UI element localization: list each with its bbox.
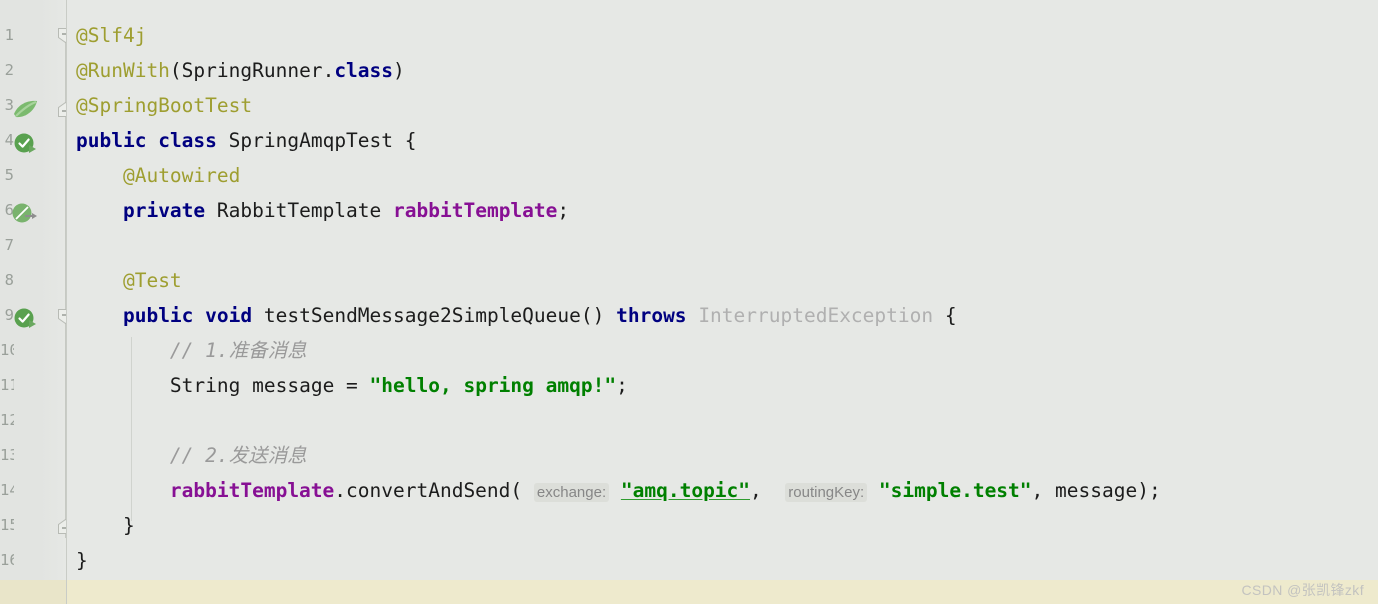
type-rabbittemplate: RabbitTemplate — [216, 199, 382, 222]
dot: . — [322, 59, 335, 82]
brace-close-method: } — [122, 514, 135, 537]
bottom-band-gutter — [0, 580, 66, 604]
spring-leaf-icon[interactable] — [12, 98, 39, 122]
code-line[interactable]: @Autowired — [67, 158, 1378, 193]
comment-prepare-message: // 1.准备消息 — [169, 339, 307, 362]
keyword-class: class — [158, 129, 217, 152]
line-number: 8 — [4, 271, 14, 289]
type-string: String — [169, 374, 241, 397]
line-number: 9 — [4, 306, 14, 324]
code-line-blank[interactable] — [67, 403, 1378, 438]
method-convertandsend: convertAndSend( — [346, 479, 523, 502]
annotation-springboottest[interactable]: @SpringBootTest — [76, 94, 252, 117]
string-amq-topic: "amq.topic" — [620, 479, 751, 502]
code-line[interactable]: @SpringBootTest — [67, 88, 1378, 123]
code-line[interactable]: public void testSendMessage2SimpleQueue(… — [67, 298, 1378, 333]
arg-message: message — [1055, 479, 1138, 502]
line-number: 16 — [0, 551, 14, 569]
annotation-test[interactable]: @Test — [123, 269, 182, 292]
class-name: SpringAmqpTest — [228, 129, 394, 152]
code-line-blank[interactable] — [67, 228, 1378, 263]
run-test-method-icon[interactable] — [13, 307, 39, 333]
line-number: 13 — [0, 446, 14, 464]
line-number: 11 — [0, 376, 14, 394]
semicolon: ; — [557, 199, 570, 222]
line-number: 10 — [0, 341, 14, 359]
code-line[interactable]: public class SpringAmqpTest { — [67, 123, 1378, 158]
type-interruptedexception: InterruptedException — [698, 304, 934, 327]
annotation-runwith[interactable]: @RunWith — [76, 59, 170, 82]
line-number: 7 — [4, 236, 14, 254]
code-line[interactable]: // 1.准备消息 — [67, 333, 1378, 368]
code-line[interactable]: @RunWith(SpringRunner.class) — [67, 53, 1378, 88]
line-number-column: 1 2 3 4 5 6 7 8 9 10 11 12 13 14 15 16 1… — [0, 0, 14, 604]
param-hint-exchange: exchange: — [533, 483, 610, 502]
keyword-public: public — [76, 129, 147, 152]
comment-send-message: // 2.发送消息 — [169, 444, 307, 467]
bean-navigate-icon[interactable] — [12, 202, 40, 226]
brace-open: { — [393, 129, 417, 152]
code-line[interactable]: } — [67, 508, 1378, 543]
line-number: 15 — [0, 516, 14, 534]
brace-open: { — [933, 304, 957, 327]
code-editor-screen: 1 2 3 4 5 6 7 8 9 10 11 12 13 14 15 16 1… — [0, 0, 1378, 604]
call-close: ); — [1137, 479, 1161, 502]
editor-gutter[interactable]: 1 2 3 4 5 6 7 8 9 10 11 12 13 14 15 16 1… — [0, 0, 73, 604]
bottom-highlight-band — [67, 580, 1378, 604]
keyword-throws: throws — [616, 304, 687, 327]
line-number: 2 — [4, 61, 14, 79]
paren-open: ( — [169, 59, 182, 82]
field-rabbittemplate: rabbitTemplate — [393, 199, 558, 222]
code-line[interactable]: rabbitTemplate.convertAndSend( exchange:… — [67, 473, 1378, 508]
string-simple-test: "simple.test" — [878, 479, 1032, 502]
code-line[interactable]: @Slf4j — [67, 18, 1378, 53]
line-number: 5 — [4, 166, 14, 184]
semicolon: ; — [616, 374, 628, 397]
run-test-icon[interactable] — [13, 132, 39, 158]
annotation-autowired[interactable]: @Autowired — [123, 164, 240, 187]
keyword-private: private — [122, 199, 206, 222]
code-content[interactable]: @Slf4j @RunWith(SpringRunner.class) @Spr… — [67, 0, 1378, 578]
code-line[interactable]: @Test — [67, 263, 1378, 298]
code-line[interactable]: String message = "hello, spring amqp!"; — [67, 368, 1378, 403]
line-number: 12 — [0, 411, 14, 429]
paren-close: ) — [393, 59, 405, 82]
csdn-watermark: CSDN @张凯锋zkf — [1241, 582, 1364, 598]
keyword-void: void — [205, 304, 253, 327]
brace-close-class: } — [76, 549, 88, 572]
line-number: 1 — [4, 26, 14, 44]
method-name: testSendMessage2SimpleQueue() — [263, 304, 605, 327]
code-line[interactable]: // 2.发送消息 — [67, 438, 1378, 473]
type-springrunner: SpringRunner — [181, 59, 323, 82]
line-number: 4 — [4, 131, 14, 149]
code-line[interactable]: } — [67, 543, 1378, 578]
string-hello-spring-amqp: "hello, spring amqp!" — [369, 374, 617, 397]
code-line[interactable]: private RabbitTemplate rabbitTemplate; — [67, 193, 1378, 228]
var-message: message — [252, 374, 335, 397]
line-number: 14 — [0, 481, 14, 499]
editor-text-area[interactable]: @Slf4j @RunWith(SpringRunner.class) @Spr… — [67, 0, 1378, 604]
annotation-slf4j[interactable]: @Slf4j — [76, 24, 146, 47]
param-hint-routingkey: routingKey: — [785, 483, 868, 502]
keyword-public: public — [122, 304, 194, 327]
field-rabbittemplate: rabbitTemplate — [169, 479, 335, 502]
keyword-class: class — [334, 59, 394, 82]
